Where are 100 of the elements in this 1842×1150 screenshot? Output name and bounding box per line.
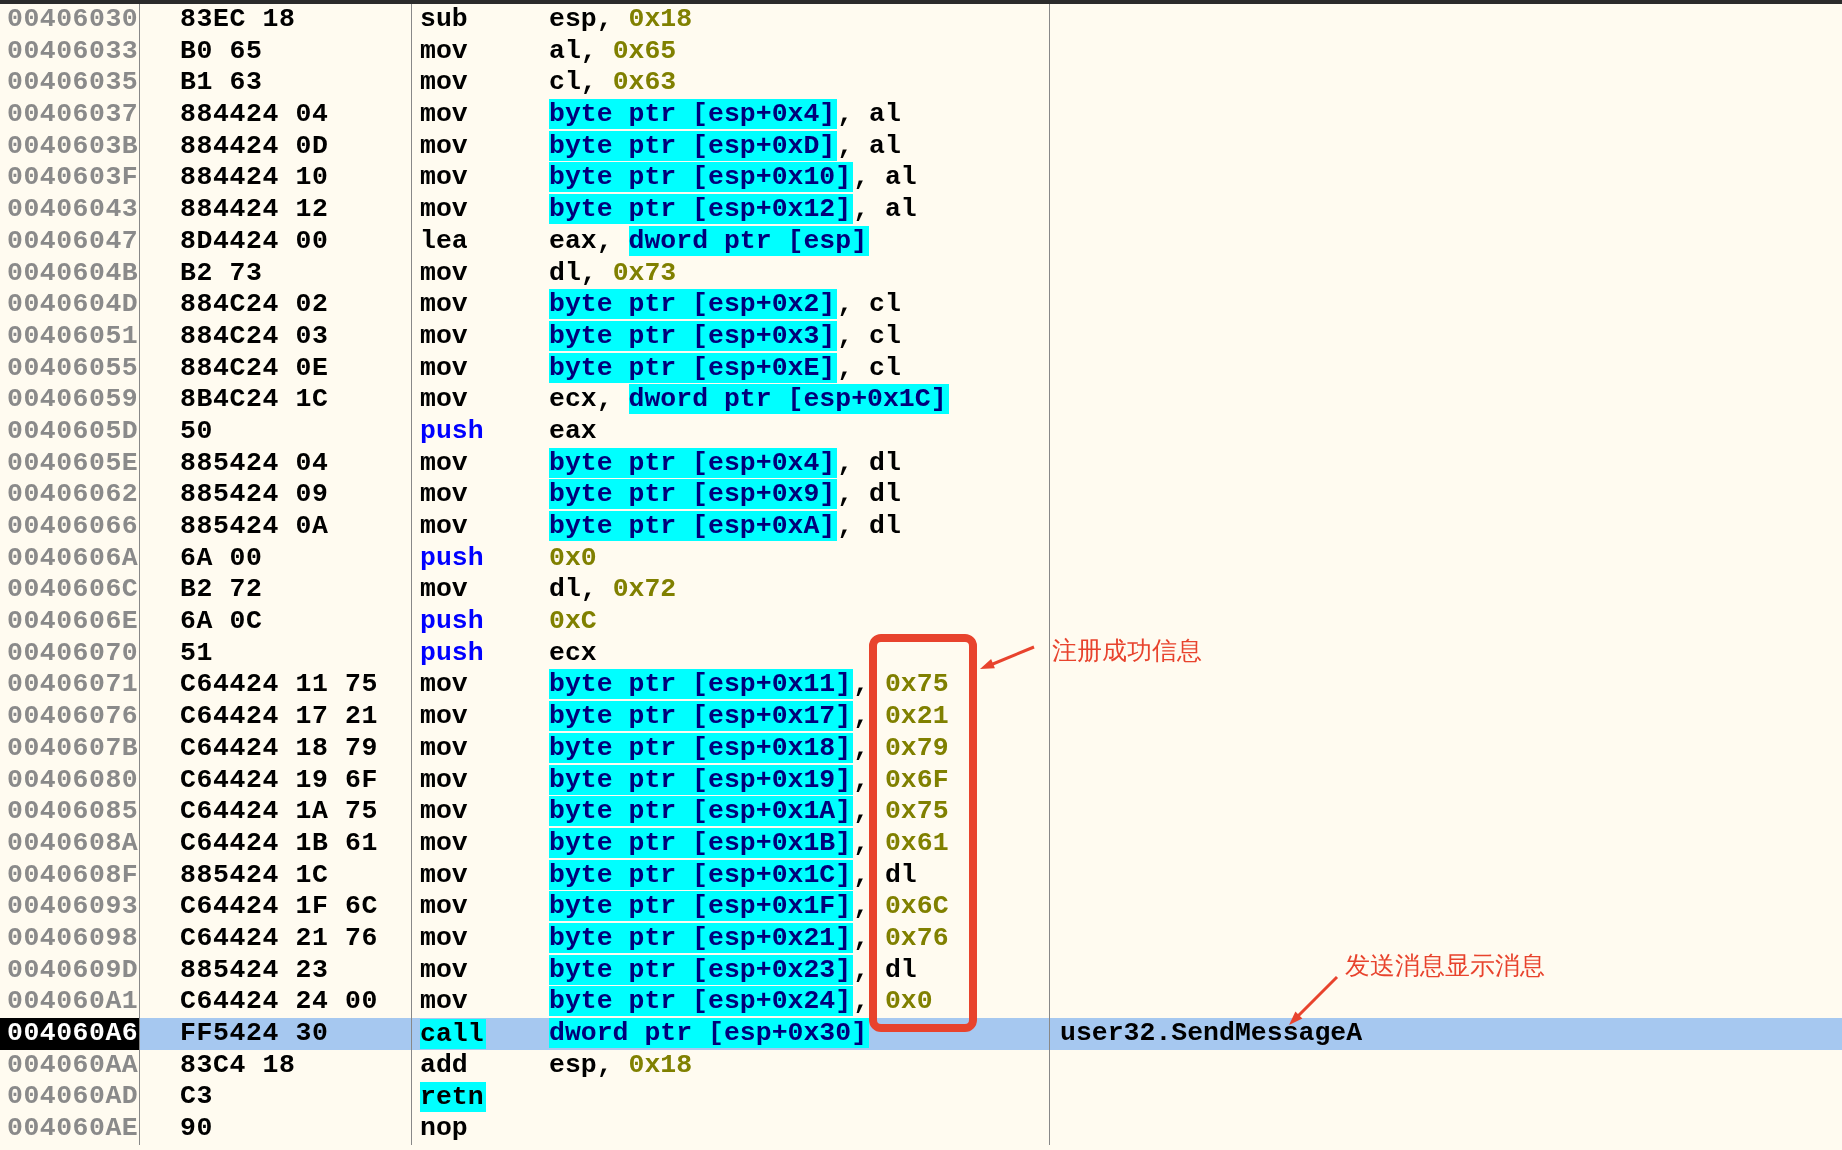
hex-bytes-cell: C64424 24 00 [180, 986, 379, 1017]
hex-bytes-cell: 884424 12 [180, 194, 329, 225]
mnemonic-cell: push [420, 637, 484, 670]
address-cell[interactable]: 00406043 [0, 194, 140, 226]
mnemonic-cell: mov [420, 479, 468, 511]
operand-cell: byte ptr [esp+0x1F], 0x6C [549, 891, 949, 923]
address-cell[interactable]: 00406062 [0, 479, 140, 511]
operand-cell: eax, dword ptr [esp] [549, 225, 870, 258]
address-cell[interactable]: 0040608A [0, 827, 140, 860]
mnemonic-cell: retn [420, 1082, 486, 1113]
hex-bytes-cell: C64424 21 76 [180, 922, 379, 953]
mnemonic-cell: mov [420, 194, 468, 226]
address-cell[interactable]: 0040605D [0, 415, 140, 448]
hex-bytes-cell: C64424 11 75 [180, 669, 379, 700]
address-cell[interactable]: 00406080 [0, 764, 140, 797]
address-cell[interactable]: 004060A6 [0, 1018, 140, 1050]
operand-cell: esp, 0x18 [549, 1049, 693, 1082]
address-cell[interactable]: 0040603B [0, 130, 140, 163]
mnemonic-cell: mov [420, 67, 468, 100]
hex-bytes-cell: 6A 0C [180, 606, 263, 637]
hex-bytes-cell: 83EC 18 [180, 4, 296, 34]
operand-cell: byte ptr [esp+0xE], cl [549, 352, 901, 385]
hex-bytes-cell: C3 [180, 1081, 213, 1112]
address-cell[interactable]: 0040604D [0, 289, 140, 321]
address-cell[interactable]: 0040607B [0, 732, 140, 765]
mnemonic-cell: mov [420, 891, 468, 923]
annotation-text: 发送消息显示消息 [1345, 950, 1545, 982]
hex-bytes-cell: 90 [180, 1113, 213, 1144]
operand-cell: byte ptr [esp+0x4], dl [549, 447, 901, 480]
address-cell[interactable]: 00406055 [0, 352, 140, 385]
hex-bytes-cell: 884424 10 [180, 162, 329, 193]
hex-bytes-cell: 885424 23 [180, 954, 329, 985]
mnemonic-cell: call [420, 1018, 486, 1049]
operand-cell: byte ptr [esp+0x17], 0x21 [549, 701, 949, 733]
operand-cell: ecx [549, 637, 597, 670]
hex-bytes-cell: C64424 18 79 [180, 732, 379, 763]
mnemonic-cell: mov [420, 257, 468, 290]
mnemonic-cell: mov [420, 796, 468, 828]
hex-bytes-cell: C64424 1F 6C [180, 891, 379, 922]
operand-cell: byte ptr [esp+0x9], dl [549, 479, 901, 511]
mnemonic-cell: mov [420, 162, 468, 195]
mnemonic-cell: mov [420, 130, 468, 163]
mnemonic-cell: nop [420, 1113, 468, 1145]
operand-cell: al, 0x65 [549, 35, 677, 68]
operand-cell: dl, 0x72 [549, 574, 677, 607]
address-cell[interactable]: 00406030 [0, 4, 140, 36]
mnemonic-cell: mov [420, 732, 468, 765]
address-cell[interactable]: 00406085 [0, 796, 140, 828]
address-cell[interactable]: 004060AA [0, 1049, 140, 1082]
address-cell[interactable]: 00406047 [0, 225, 140, 258]
address-cell[interactable]: 0040608F [0, 859, 140, 892]
address-cell[interactable]: 00406033 [0, 35, 140, 68]
address-cell[interactable]: 00406076 [0, 701, 140, 733]
address-cell[interactable]: 00406037 [0, 99, 140, 131]
address-cell[interactable]: 004060AD [0, 1081, 140, 1114]
mnemonic-cell: mov [420, 922, 468, 955]
address-cell[interactable]: 0040604B [0, 257, 140, 290]
operand-cell: cl, 0x63 [549, 67, 677, 100]
hex-bytes-cell: FF5424 30 [180, 1018, 329, 1048]
address-cell[interactable]: 0040603F [0, 162, 140, 195]
operand-cell: byte ptr [esp+0x24], 0x0 [549, 986, 933, 1018]
address-cell[interactable]: 00406035 [0, 67, 140, 100]
operand-cell: ecx, dword ptr [esp+0x1C] [549, 384, 949, 416]
address-cell[interactable]: 00406093 [0, 891, 140, 923]
address-cell[interactable]: 00406059 [0, 384, 140, 416]
operand-cell: eax [549, 415, 597, 448]
selected-row[interactable]: 004060A6 FF5424 30 call dword ptr [esp+0x30] user32.SendMessageA [0, 1018, 1842, 1050]
mnemonic-cell: mov [420, 954, 468, 987]
operand-cell: dword ptr [esp+0x30] [549, 1018, 870, 1050]
mnemonic-cell: mov [420, 320, 468, 353]
hex-bytes-cell: 885424 09 [180, 479, 329, 510]
address-cell[interactable]: 004060AE [0, 1113, 140, 1145]
mnemonic-cell: push [420, 606, 484, 638]
address-cell[interactable]: 00406071 [0, 669, 140, 702]
mnemonic-cell: mov [420, 384, 468, 416]
mnemonic-cell: mov [420, 986, 468, 1018]
address-cell[interactable]: 0040606E [0, 606, 140, 638]
mnemonic-cell: push [420, 542, 484, 575]
hex-bytes-cell: C64424 19 6F [180, 764, 379, 795]
mnemonic-cell: mov [420, 827, 468, 860]
address-cell[interactable]: 00406070 [0, 637, 140, 670]
operand-cell: 0xC [549, 606, 597, 638]
address-cell[interactable]: 0040609D [0, 954, 140, 987]
address-cell[interactable]: 00406066 [0, 511, 140, 543]
hex-bytes-cell: 50 [180, 415, 213, 446]
mnemonic-cell: lea [420, 225, 468, 258]
mnemonic-cell: mov [420, 352, 468, 385]
hex-bytes-cell: 51 [180, 637, 213, 668]
address-cell[interactable]: 0040605E [0, 447, 140, 480]
address-cell[interactable]: 0040606C [0, 574, 140, 607]
address-cell[interactable]: 0040606A [0, 542, 140, 575]
hex-bytes-cell: 885424 0A [180, 511, 329, 541]
address-cell[interactable]: 00406098 [0, 922, 140, 955]
address-cell[interactable]: 00406051 [0, 320, 140, 353]
operand-cell: byte ptr [esp+0x1C], dl [549, 859, 917, 892]
mnemonic-cell: push [420, 415, 484, 448]
mnemonic-cell: sub [420, 4, 468, 36]
operand-cell: 0x0 [549, 542, 597, 575]
operand-cell: byte ptr [esp+0x18], 0x79 [549, 732, 949, 765]
hex-bytes-cell: 8B4C24 1C [180, 384, 329, 415]
